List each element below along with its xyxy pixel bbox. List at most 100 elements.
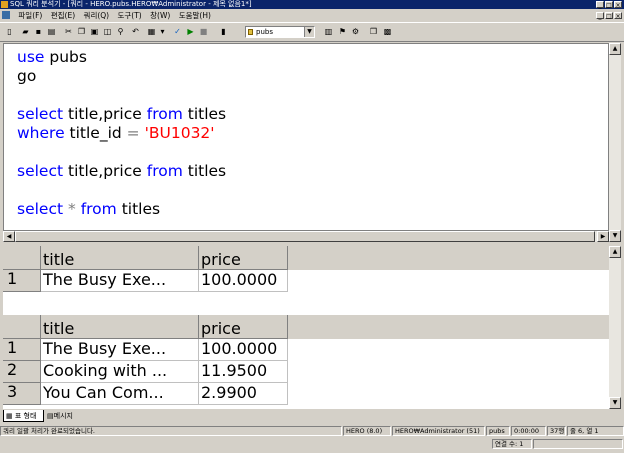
scroll-up-icon[interactable]: ▲ (609, 43, 621, 55)
code-line[interactable]: select title,price from titles (17, 105, 226, 124)
mdi-restore-button[interactable]: □ (605, 12, 613, 20)
minimize-button[interactable]: _ (596, 1, 604, 9)
app-icon (1, 1, 8, 8)
menu-file[interactable]: 파일(F) (15, 9, 45, 22)
keyword-token: from (146, 105, 183, 123)
title-bar: SQL 쿼리 분석기 - [쿼리 - HERO.pubs.HERO₩Admini… (0, 0, 624, 9)
scroll-down-icon[interactable]: ▼ (609, 230, 621, 242)
tab-grid-label: 표 형태 (14, 412, 37, 420)
copy-icon[interactable]: ❐ (76, 26, 87, 37)
scroll-right-icon[interactable]: ▶ (597, 231, 609, 242)
code-token: titles (182, 105, 227, 123)
keyword-token: from (80, 200, 117, 218)
chevron-down-icon[interactable]: ▼ (304, 27, 314, 37)
operator-token: * (68, 200, 76, 218)
clear-window-icon[interactable]: ◫ (102, 26, 113, 37)
tab-grid[interactable]: ▦ 표 형태 (3, 410, 44, 422)
menu-help[interactable]: 도움말(H) (176, 9, 214, 22)
grid-corner[interactable] (3, 246, 41, 270)
row-number[interactable]: 1 (3, 270, 41, 292)
cell-title[interactable]: You Can Com... (41, 383, 199, 405)
status-empty-panel (533, 439, 623, 449)
code-line[interactable]: go (17, 67, 226, 86)
cell-title[interactable]: The Busy Exe... (41, 339, 199, 361)
result-grid-2: title price 1 The Busy Exe... 100.0000 2… (3, 315, 609, 409)
row-number[interactable]: 2 (3, 361, 41, 383)
status-elapsed-time: 0:00:00 (511, 426, 546, 436)
menu-window[interactable]: 창(W) (147, 9, 173, 22)
results-mode-icon[interactable]: ▦ (146, 26, 157, 37)
status-bar: 쿼리 일괄 처리가 완료되었습니다. HERO (8.0) HERO₩Admin… (0, 425, 624, 437)
results-pane: title price 1 The Busy Exe... 100.0000 t… (3, 246, 609, 409)
menu-query[interactable]: 쿼리(Q) (81, 9, 113, 22)
column-header-price[interactable]: price (199, 315, 288, 339)
cell-title[interactable]: Cooking with ... (41, 361, 199, 383)
cell-price[interactable]: 11.9500 (199, 361, 288, 383)
menu-edit[interactable]: 편집(E) (48, 9, 78, 22)
keyword-token: use (17, 48, 45, 66)
mdi-close-button[interactable]: × (614, 12, 622, 20)
column-header-title[interactable]: title (41, 315, 199, 339)
code-token: pubs (44, 48, 87, 66)
cell-price[interactable]: 2.9900 (199, 383, 288, 405)
code-line[interactable]: select title,price from titles (17, 162, 226, 181)
window-title: SQL 쿼리 분석기 - [쿼리 - HERO.pubs.HERO₩Admini… (10, 0, 252, 8)
code-line[interactable]: select * from titles (17, 200, 226, 219)
keyword-token: select (17, 105, 64, 123)
open-folder-icon[interactable]: ▰ (20, 26, 31, 37)
object-search-icon[interactable]: ⚑ (337, 26, 348, 37)
query-options-icon[interactable]: ⚙ (350, 26, 361, 37)
result-grid-1: title price 1 The Busy Exe... 100.0000 (3, 246, 609, 294)
paste-icon[interactable]: ▣ (89, 26, 100, 37)
row-number[interactable]: 3 (3, 383, 41, 405)
display-plan-icon[interactable]: ▥ (323, 26, 334, 37)
keyword-token: select (17, 200, 64, 218)
results-vertical-scrollbar[interactable]: ▲ ▼ (609, 246, 621, 409)
database-select[interactable]: pubs ▼ (245, 26, 315, 38)
grid-corner[interactable] (3, 315, 41, 339)
code-line[interactable] (17, 86, 226, 105)
scroll-left-icon[interactable]: ◀ (3, 231, 15, 242)
cell-price[interactable]: 100.0000 (199, 339, 288, 361)
column-header-price[interactable]: price (199, 246, 288, 270)
close-button[interactable]: × (614, 1, 622, 9)
cancel-query-icon[interactable]: ■ (198, 26, 209, 37)
mdi-minimize-button[interactable]: _ (596, 12, 604, 20)
menu-tools[interactable]: 도구(T) (115, 9, 145, 22)
save-icon[interactable]: ▪ (33, 26, 44, 37)
editor-horizontal-scrollbar[interactable]: ◀ ▶ (3, 231, 609, 242)
scroll-up-icon[interactable]: ▲ (609, 246, 621, 258)
maximize-button[interactable]: □ (605, 1, 613, 9)
results-mode-dropdown-icon[interactable]: ▾ (157, 26, 168, 37)
column-header-title[interactable]: title (41, 246, 199, 270)
code-line[interactable]: use pubs (17, 48, 226, 67)
find-icon[interactable]: ⚲ (115, 26, 126, 37)
toolbar: ▯ ▰ ▪ ▤ ✂ ❐ ▣ ◫ ⚲ ↶ ▦ ▾ ✓ ▶ ■ ▮ pubs ▼ ▥… (0, 22, 624, 42)
cell-price[interactable]: 100.0000 (199, 270, 288, 292)
row-number[interactable]: 1 (3, 339, 41, 361)
insert-template-icon[interactable]: ▤ (46, 26, 57, 37)
properties-icon[interactable]: ▩ (382, 26, 393, 37)
execute-query-icon[interactable]: ▶ (185, 26, 196, 37)
scroll-down-icon[interactable]: ▼ (609, 397, 621, 409)
keyword-token: select (17, 162, 64, 180)
undo-icon[interactable]: ↶ (130, 26, 141, 37)
tab-messages-label: 메시지 (53, 412, 73, 420)
status-cursor-position: 줄 6, 열 1 (567, 426, 624, 436)
editor-vertical-scrollbar[interactable]: ▲ ▼ (609, 43, 621, 242)
status-database: pubs (486, 426, 510, 436)
object-browser-icon[interactable]: ▮ (218, 26, 229, 37)
code-line[interactable]: where title_id = 'BU1032' (17, 124, 226, 143)
status-user: HERO₩Administrator (51) (392, 426, 485, 436)
horizontal-scroll-thumb[interactable] (15, 231, 595, 242)
cut-icon[interactable]: ✂ (63, 26, 74, 37)
query-text[interactable]: use pubs go select title,price from title… (17, 48, 226, 219)
code-line[interactable] (17, 143, 226, 162)
query-editor[interactable]: use pubs go select title,price from title… (3, 43, 609, 231)
cell-title[interactable]: The Busy Exe... (41, 270, 199, 292)
code-line[interactable] (17, 181, 226, 200)
tab-messages[interactable]: ▤메시지 (45, 410, 87, 422)
new-query-icon[interactable]: ▯ (4, 26, 15, 37)
show-results-pane-icon[interactable]: ❒ (368, 26, 379, 37)
parse-query-icon[interactable]: ✓ (172, 26, 183, 37)
